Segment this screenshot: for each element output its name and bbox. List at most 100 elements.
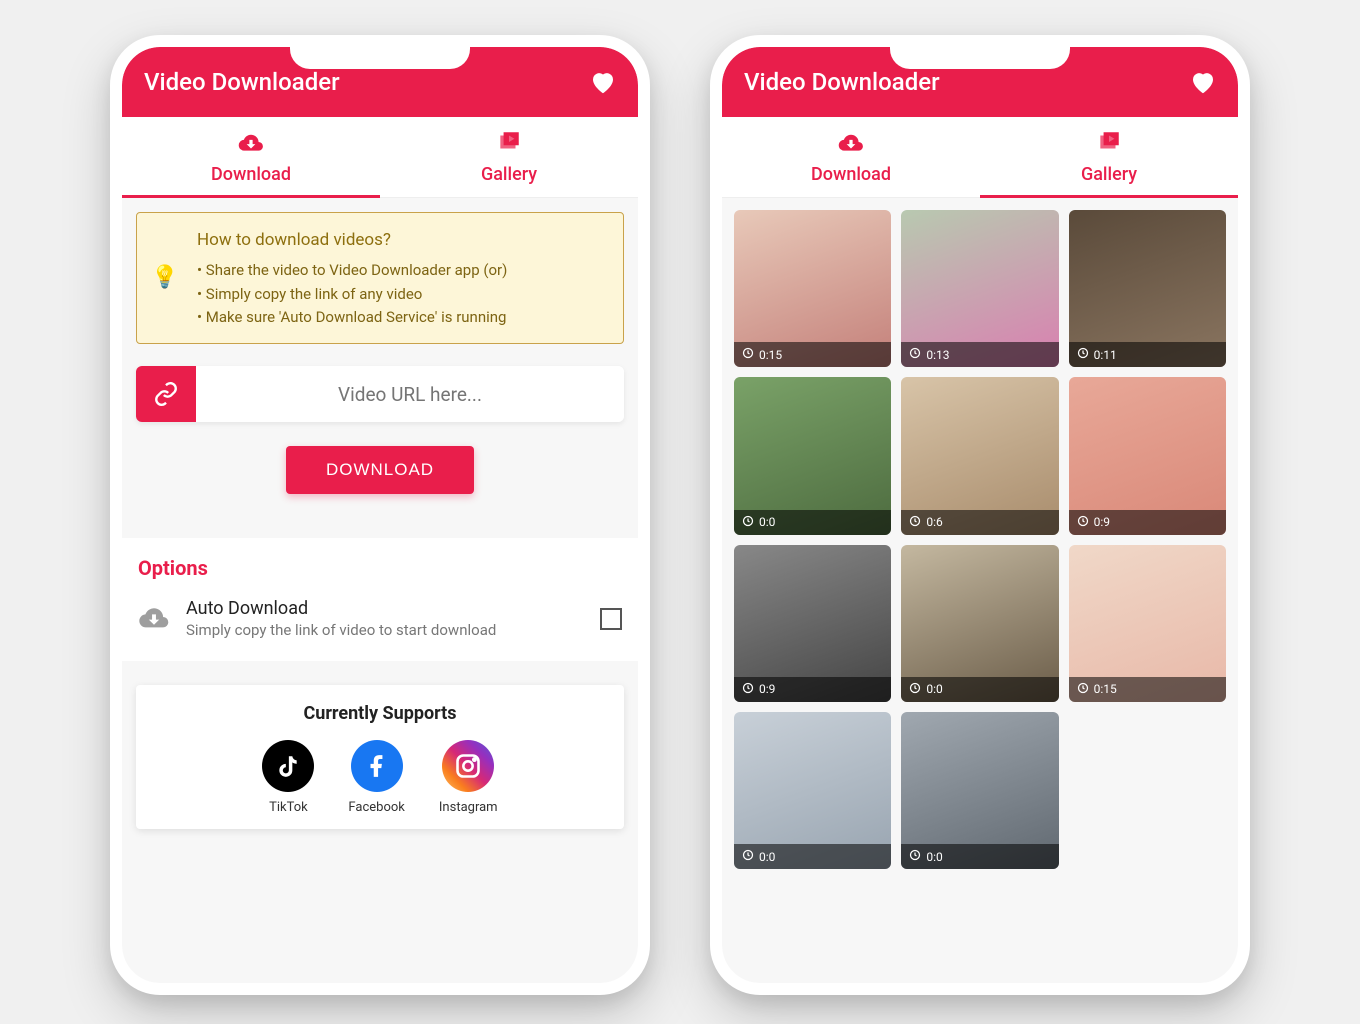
duration-bar: 0:0	[901, 677, 1058, 702]
options-heading: Options	[138, 556, 622, 580]
lightbulb-icon: 💡	[151, 261, 178, 295]
cloud-download-icon	[722, 131, 980, 158]
favorites-icon[interactable]	[588, 67, 618, 97]
screen: Video Downloader Download Gallery 💡	[122, 47, 638, 983]
video-duration: 0:6	[926, 515, 942, 529]
duration-bar: 0:11	[1069, 342, 1226, 367]
info-item: Simply copy the link of any video	[197, 283, 607, 306]
duration-bar: 0:0	[734, 844, 891, 869]
video-duration: 0:15	[759, 348, 782, 362]
clock-icon	[1077, 515, 1089, 530]
video-duration: 0:0	[926, 850, 942, 864]
info-list: Share the video to Video Downloader app …	[197, 259, 607, 329]
clock-icon	[909, 347, 921, 362]
info-item: Make sure 'Auto Download Service' is run…	[197, 306, 607, 329]
tab-bar: Download Gallery	[122, 117, 638, 198]
tab-bar: Download Gallery	[722, 117, 1238, 198]
duration-bar: 0:9	[734, 677, 891, 702]
video-duration: 0:15	[1094, 682, 1117, 696]
support-instagram: Instagram	[439, 740, 498, 815]
favorites-icon[interactable]	[1188, 67, 1218, 97]
options-section: Options Auto Download Simply copy the li…	[122, 538, 638, 661]
duration-bar: 0:0	[734, 510, 891, 535]
tab-download-label: Download	[811, 164, 891, 185]
support-tiktok-label: TikTok	[269, 800, 308, 815]
support-instagram-label: Instagram	[439, 800, 498, 815]
link-icon	[136, 366, 196, 422]
duration-bar: 0:0	[901, 844, 1058, 869]
clock-icon	[909, 682, 921, 697]
gallery-icon	[380, 131, 638, 158]
app-title: Video Downloader	[744, 68, 1188, 96]
cloud-download-icon	[122, 131, 380, 158]
video-thumbnail[interactable]: 0:6	[901, 377, 1058, 534]
support-facebook-label: Facebook	[348, 800, 404, 815]
video-duration: 0:0	[759, 515, 775, 529]
video-duration: 0:11	[1094, 348, 1117, 362]
info-card: 💡 How to download videos? Share the vide…	[136, 212, 624, 344]
auto-download-text: Auto Download Simply copy the link of vi…	[186, 598, 584, 639]
supports-heading: Currently Supports	[156, 703, 604, 724]
video-thumbnail[interactable]: 0:11	[1069, 210, 1226, 367]
video-thumbnail[interactable]: 0:9	[1069, 377, 1226, 534]
url-input-row	[136, 366, 624, 422]
clock-icon	[1077, 682, 1089, 697]
video-thumbnail[interactable]: 0:0	[901, 545, 1058, 702]
app-title: Video Downloader	[144, 68, 588, 96]
clock-icon	[742, 849, 754, 864]
video-thumbnail[interactable]: 0:9	[734, 545, 891, 702]
video-thumbnail[interactable]: 0:0	[734, 712, 891, 869]
clock-icon	[909, 849, 921, 864]
facebook-icon	[351, 740, 403, 792]
duration-bar: 0:13	[901, 342, 1058, 367]
support-tiktok: TikTok	[262, 740, 314, 815]
info-title: How to download videos?	[197, 227, 607, 253]
auto-download-title: Auto Download	[186, 598, 584, 619]
app-bar: Video Downloader	[122, 47, 638, 117]
video-thumbnail[interactable]: 0:0	[901, 712, 1058, 869]
tab-gallery-label: Gallery	[481, 164, 537, 185]
video-duration: 0:9	[759, 682, 775, 696]
download-button[interactable]: DOWNLOAD	[286, 446, 474, 494]
supports-row: TikTok Facebook Instagram	[156, 740, 604, 815]
app-bar: Video Downloader	[722, 47, 1238, 117]
info-item: Share the video to Video Downloader app …	[197, 259, 607, 282]
video-duration: 0:13	[926, 348, 949, 362]
video-url-input[interactable]	[196, 366, 624, 422]
video-duration: 0:0	[759, 850, 775, 864]
clock-icon	[909, 515, 921, 530]
instagram-icon	[442, 740, 494, 792]
support-facebook: Facebook	[348, 740, 404, 815]
video-duration: 0:0	[926, 682, 942, 696]
tab-download[interactable]: Download	[722, 117, 980, 197]
download-content: 💡 How to download videos? Share the vide…	[122, 198, 638, 508]
clock-icon	[1077, 347, 1089, 362]
duration-bar: 0:15	[1069, 677, 1226, 702]
tab-download-label: Download	[211, 164, 291, 185]
tiktok-icon	[262, 740, 314, 792]
tab-gallery[interactable]: Gallery	[380, 117, 638, 197]
video-thumbnail[interactable]: 0:0	[734, 377, 891, 534]
clock-icon	[742, 347, 754, 362]
tab-gallery-label: Gallery	[1081, 164, 1137, 185]
auto-download-subtitle: Simply copy the link of video to start d…	[186, 621, 584, 639]
video-thumbnail[interactable]: 0:15	[1069, 545, 1226, 702]
gallery-grid: 0:15 0:13 0:11 0:0	[722, 198, 1238, 881]
gallery-icon	[980, 131, 1238, 158]
phone-mockup-download: Video Downloader Download Gallery 💡	[110, 35, 650, 995]
duration-bar: 0:9	[1069, 510, 1226, 535]
duration-bar: 0:15	[734, 342, 891, 367]
video-duration: 0:9	[1094, 515, 1110, 529]
video-thumbnail[interactable]: 0:13	[901, 210, 1058, 367]
auto-download-checkbox[interactable]	[600, 608, 622, 630]
screen: Video Downloader Download Gallery	[722, 47, 1238, 983]
supports-card: Currently Supports TikTok Facebook	[136, 685, 624, 829]
clock-icon	[742, 515, 754, 530]
clock-icon	[742, 682, 754, 697]
video-thumbnail[interactable]: 0:15	[734, 210, 891, 367]
tab-download[interactable]: Download	[122, 117, 380, 197]
cloud-download-icon	[138, 604, 170, 634]
auto-download-row: Auto Download Simply copy the link of vi…	[138, 598, 622, 639]
duration-bar: 0:6	[901, 510, 1058, 535]
tab-gallery[interactable]: Gallery	[980, 117, 1238, 197]
